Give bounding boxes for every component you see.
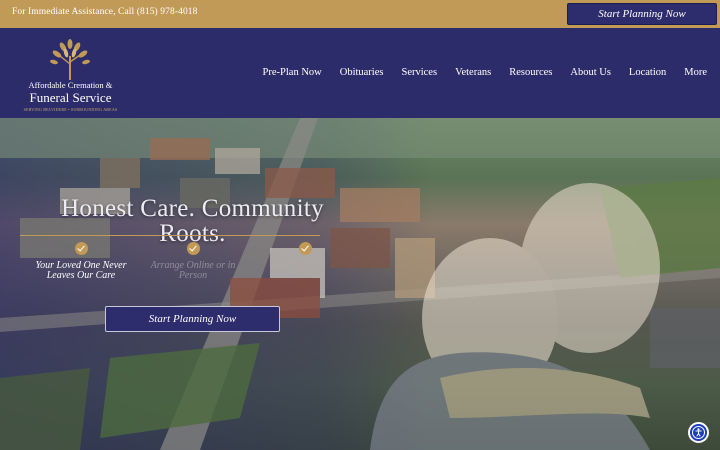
start-planning-hero-button[interactable]: Start Planning Now — [105, 306, 280, 332]
phone-assistance-text: For Immediate Assistance, Call (815) 978… — [12, 7, 198, 17]
feature-text — [250, 261, 360, 271]
accessibility-icon — [692, 426, 705, 439]
nav-item-resources[interactable]: Resources — [509, 67, 552, 78]
feature-text: Your Loved One Never Leaves Our Care — [35, 260, 127, 281]
check-circle-icon — [186, 242, 200, 255]
nav-item-pre-plan[interactable]: Pre-Plan Now — [263, 67, 322, 78]
nav-item-services[interactable]: Services — [401, 67, 437, 78]
logo-line-1: Affordable Cremation & — [28, 80, 113, 90]
hero-headline-line-1: Honest Care. Community — [61, 195, 324, 222]
site-header: Affordable Cremation & Funeral Service S… — [0, 28, 720, 118]
hero-divider — [20, 235, 320, 236]
start-planning-top-button[interactable]: Start Planning Now — [567, 3, 717, 25]
check-circle-icon — [298, 242, 312, 255]
nav-item-obituaries[interactable]: Obituaries — [340, 67, 384, 78]
main-nav: Pre-Plan Now Obituaries Services Veteran… — [245, 67, 707, 78]
nav-item-veterans[interactable]: Veterans — [455, 67, 491, 78]
feature-item: Your Loved One Never Leaves Our Care — [26, 242, 136, 281]
site-logo[interactable]: Affordable Cremation & Funeral Service S… — [18, 36, 123, 114]
hero-headline: Honest Care. Community Roots. — [20, 196, 365, 246]
feature-item — [250, 242, 360, 271]
feature-item: Arrange Online or in Person — [138, 242, 248, 281]
nav-item-more[interactable]: More — [684, 67, 707, 78]
check-circle-icon — [74, 242, 88, 255]
feature-text: Arrange Online or in Person — [150, 260, 236, 281]
logo-line-2: Funeral Service — [29, 90, 112, 105]
nav-item-location[interactable]: Location — [629, 67, 666, 78]
top-bar: For Immediate Assistance, Call (815) 978… — [0, 0, 720, 28]
accessibility-button[interactable] — [688, 422, 709, 443]
logo-tagline: SERVING BELVIDERE • SURROUNDING AREAS — [23, 107, 118, 112]
hero-background-image — [0, 118, 720, 450]
tree-logo-icon — [50, 39, 90, 80]
hero-section: Honest Care. Community Roots. Your Loved… — [0, 118, 720, 450]
nav-item-about-us[interactable]: About Us — [570, 67, 611, 78]
